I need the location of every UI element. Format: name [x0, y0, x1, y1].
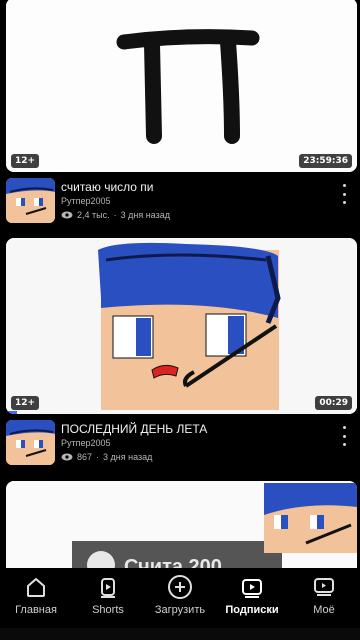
duration-badge: 00:29	[315, 396, 352, 410]
bottom-navigation: Главная Shorts Загрузить Подписки Моё	[0, 568, 360, 628]
view-count: 2,4 тыс.	[77, 210, 110, 220]
separator: ·	[113, 210, 117, 220]
nav-label: Моё	[313, 604, 335, 616]
video-feed[interactable]: 12+ 23:59:36 считаю число пи Рутпер2005	[0, 0, 360, 568]
home-icon	[23, 574, 49, 600]
more-options-icon[interactable]	[337, 184, 351, 204]
age-rating-badge: 12+	[11, 154, 40, 168]
nav-subscriptions[interactable]: Подписки	[216, 568, 288, 628]
nav-label: Подписки	[225, 604, 279, 616]
nav-library[interactable]: Моё	[288, 568, 360, 628]
third-thumb-text: Счита 200	[124, 556, 222, 568]
view-count: 867	[77, 452, 93, 462]
third-thumbnail-art: Счита 200	[6, 481, 357, 568]
channel-avatar[interactable]	[6, 420, 55, 465]
system-bar	[0, 628, 360, 640]
video-info[interactable]: считаю число пи Рутпер2005 2,4 тыс. · 3 …	[6, 176, 357, 226]
separator: ·	[96, 452, 100, 462]
nav-home[interactable]: Главная	[0, 568, 72, 628]
video-thumbnail[interactable]: Счита 200	[6, 481, 357, 568]
upload-age: 3 дня назад	[120, 210, 170, 220]
channel-name[interactable]: Рутпер2005	[61, 196, 111, 206]
character-drawing	[6, 238, 357, 414]
channel-name[interactable]: Рутпер2005	[61, 438, 111, 448]
video-thumbnail[interactable]: 12+ 23:59:36	[6, 0, 357, 172]
age-rating-badge: 12+	[11, 396, 40, 410]
video-title[interactable]: ПОСЛЕДНИЙ ДЕНЬ ЛЕТА	[61, 422, 207, 436]
nav-shorts[interactable]: Shorts	[72, 568, 144, 628]
video-stats: 2,4 тыс. · 3 дня назад	[61, 210, 170, 220]
upload-age: 3 дня назад	[103, 452, 153, 462]
channel-avatar[interactable]	[6, 178, 55, 223]
video-title[interactable]: считаю число пи	[61, 180, 154, 194]
views-eye-icon	[61, 211, 73, 219]
views-eye-icon	[61, 453, 73, 461]
pi-drawing	[6, 0, 357, 172]
duration-badge: 23:59:36	[299, 154, 352, 168]
library-icon	[311, 574, 337, 600]
watch-progress-bar	[6, 411, 17, 414]
shorts-icon	[95, 574, 121, 600]
nav-upload[interactable]: Загрузить	[144, 568, 216, 628]
upload-plus-icon	[167, 574, 193, 600]
video-info[interactable]: ПОСЛЕДНИЙ ДЕНЬ ЛЕТА Рутпер2005 867 · 3 д…	[6, 418, 357, 468]
nav-label: Shorts	[92, 604, 124, 616]
more-options-icon[interactable]	[337, 426, 351, 446]
nav-label: Загрузить	[154, 604, 206, 616]
subscriptions-icon	[239, 574, 265, 600]
nav-label: Главная	[15, 604, 57, 616]
video-thumbnail[interactable]: 12+ 00:29	[6, 238, 357, 414]
video-stats: 867 · 3 дня назад	[61, 452, 152, 462]
